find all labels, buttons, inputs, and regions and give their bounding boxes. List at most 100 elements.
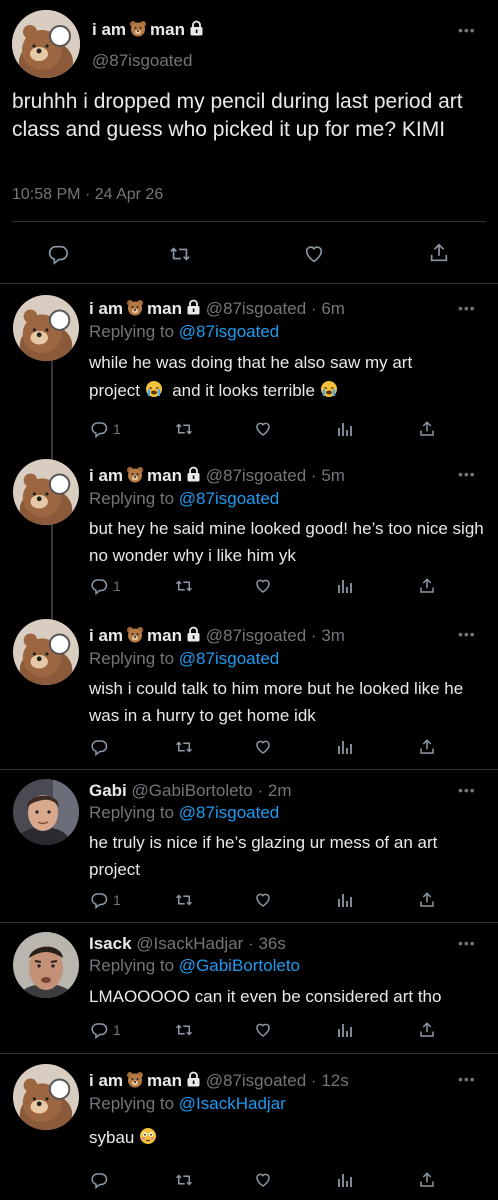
bear-emoji-icon [126,299,144,321]
divider [0,1053,498,1054]
handle[interactable]: @87isgoated [92,51,192,71]
reply-text: LMAOOOOO can it even be considered art t… [89,987,442,1006]
replying-to: Replying to @87isgoated [89,322,280,341]
reply-count: 1 [113,892,121,908]
bear-avatar-icon [13,619,79,685]
replying-to: Replying to @87isgoated [89,489,280,508]
person-avatar-icon [13,779,79,845]
tweet-text: bruhhh i dropped my pencil during last p… [12,90,463,141]
lock-icon [186,1071,201,1092]
lock-icon [186,626,201,647]
reply-text: while he was doing that he also saw my a… [89,349,489,407]
person-avatar-icon [13,932,79,998]
reply-icon[interactable] [90,738,108,756]
retweet-icon[interactable] [174,420,194,438]
reply-icon[interactable] [90,577,108,595]
reply-count: 1 [113,421,121,437]
bear-emoji-icon [126,466,144,488]
more-icon[interactable]: ••• [458,935,476,951]
retweet-icon[interactable] [174,577,194,595]
bear-avatar-icon [12,10,80,78]
retweet-icon[interactable] [174,891,194,909]
heart-icon[interactable] [253,891,273,909]
lock-icon [189,20,204,41]
views-icon[interactable] [337,1021,353,1039]
reply-icon[interactable] [90,1021,108,1039]
avatar[interactable] [13,779,79,845]
display-name[interactable]: i am man [92,20,204,42]
share-icon[interactable] [418,1020,436,1040]
avatar[interactable] [13,932,79,998]
replying-to: Replying to @IsackHadjar [89,1094,286,1113]
heart-icon[interactable] [253,577,273,595]
replying-to: Replying to @87isgoated [89,803,280,822]
divider [0,769,498,770]
replying-to: Replying to @GabiBortoleto [89,956,301,975]
replying-to: Replying to @87isgoated [89,649,280,668]
avatar[interactable] [13,1064,79,1130]
views-icon[interactable] [337,738,353,756]
share-icon[interactable] [418,737,436,757]
crying-emoji-icon [320,379,338,407]
views-icon[interactable] [337,891,353,909]
reply-header[interactable]: i am man @87isgoated · 6m [89,299,345,321]
reply-header[interactable]: i am man @87isgoated · 12s [89,1071,349,1093]
retweet-icon[interactable] [174,1171,194,1189]
divider [0,283,498,284]
share-icon[interactable] [428,241,450,265]
divider [12,221,486,222]
heart-icon[interactable] [253,420,273,438]
reply-icon[interactable] [90,1171,108,1189]
heart-icon[interactable] [253,1021,273,1039]
retweet-icon[interactable] [168,243,192,265]
reply-text: wish i could talk to him more but he loo… [89,679,464,725]
heart-icon[interactable] [253,738,273,756]
avatar[interactable] [12,10,80,78]
more-icon[interactable]: ••• [458,1071,476,1087]
avatar[interactable] [13,295,79,361]
reply-header[interactable]: i am man @87isgoated · 3m [89,626,345,648]
reply-header[interactable]: Isack @IsackHadjar · 36s [89,934,286,954]
flushed-emoji-icon [139,1127,157,1150]
retweet-icon[interactable] [174,738,194,756]
lock-icon [186,466,201,487]
bear-emoji-icon [126,1071,144,1093]
more-icon[interactable]: ••• [458,22,476,38]
views-icon[interactable] [337,1171,353,1189]
heart-icon[interactable] [253,1171,273,1189]
reply-header[interactable]: Gabi @GabiBortoleto · 2m [89,781,292,801]
share-icon[interactable] [418,576,436,596]
avatar[interactable] [13,619,79,685]
reply-text: but hey he said mine looked good! he’s t… [89,519,484,565]
crying-emoji-icon [145,379,163,407]
more-icon[interactable]: ••• [458,782,476,798]
thread-line [51,354,53,460]
share-icon[interactable] [418,419,436,439]
reply-count: 1 [113,1022,121,1038]
reply-icon[interactable] [47,243,69,265]
more-icon[interactable]: ••• [458,466,476,482]
share-icon[interactable] [418,890,436,910]
bear-avatar-icon [13,459,79,525]
share-icon[interactable] [418,1170,436,1190]
reply-count: 1 [113,578,121,594]
more-icon[interactable]: ••• [458,626,476,642]
more-icon[interactable]: ••• [458,300,476,316]
reply-header[interactable]: i am man @87isgoated · 5m [89,466,345,488]
views-icon[interactable] [337,420,353,438]
bear-avatar-icon [13,295,79,361]
reply-text: sybau [89,1127,157,1150]
heart-icon[interactable] [302,243,326,265]
bear-emoji-icon [126,626,144,648]
reply-icon[interactable] [90,891,108,909]
thread-line [51,515,53,621]
divider [0,922,498,923]
avatar[interactable] [13,459,79,525]
retweet-icon[interactable] [174,1021,194,1039]
views-icon[interactable] [337,577,353,595]
reply-icon[interactable] [90,420,108,438]
lock-icon [186,299,201,320]
reply-text: he truly is nice if he’s glazing ur mess… [89,833,438,879]
timestamp[interactable]: 10:58 PM · 24 Apr 26 [12,186,163,204]
bear-avatar-icon [13,1064,79,1130]
